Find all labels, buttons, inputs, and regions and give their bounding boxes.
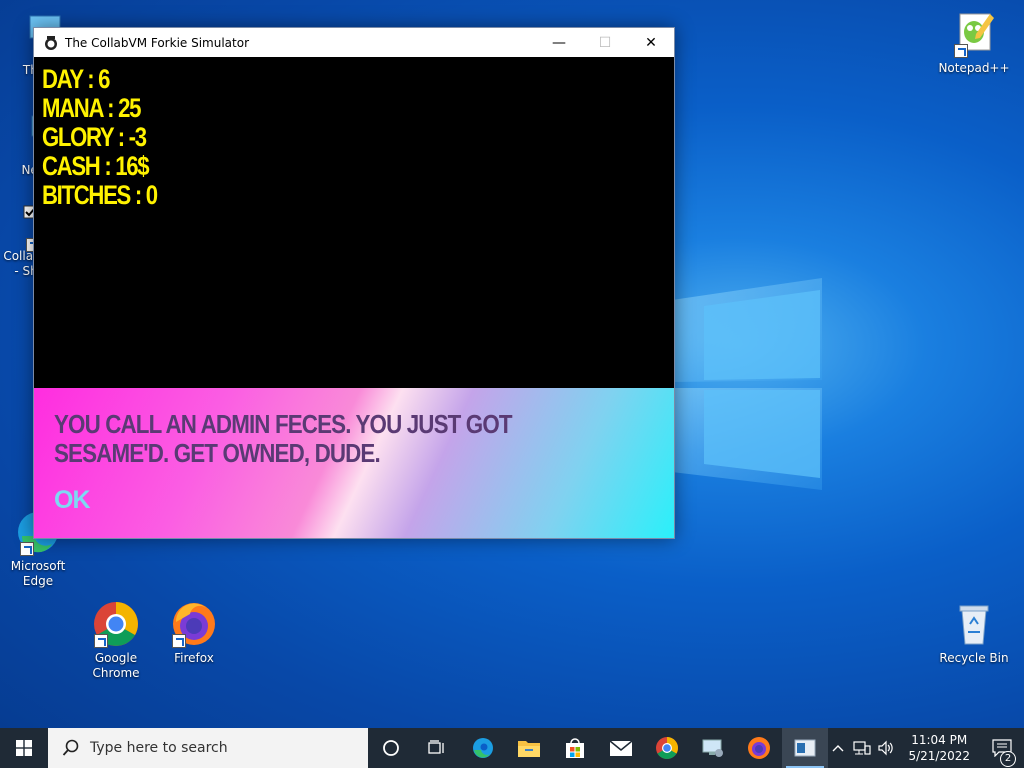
taskbar-file-explorer[interactable]	[506, 728, 552, 768]
edge-icon	[473, 738, 493, 758]
minimize-icon: —	[552, 34, 566, 51]
desktop-icon-chrome[interactable]: Google Chrome	[78, 600, 154, 681]
firefox-icon	[170, 600, 218, 648]
ok-button[interactable]: OK	[54, 486, 90, 515]
chrome-icon	[92, 600, 140, 648]
search-icon	[62, 739, 79, 756]
close-icon: ✕	[645, 34, 657, 51]
taskbar-firefox[interactable]	[736, 728, 782, 768]
shortcut-arrow-icon	[954, 44, 968, 58]
app-icon	[45, 35, 57, 50]
task-view-button[interactable]	[414, 728, 460, 768]
computer-management-icon	[702, 739, 723, 757]
start-button[interactable]	[0, 728, 48, 768]
stat-glory: GLORY : -3	[42, 122, 147, 152]
maximize-button[interactable]: ☐	[582, 28, 628, 57]
windows-start-icon	[16, 740, 32, 756]
close-button[interactable]: ✕	[628, 28, 674, 57]
taskbar-mail[interactable]	[598, 728, 644, 768]
desktop-icon-label: Firefox	[174, 651, 214, 665]
desktop-icon-label: Google Chrome	[92, 651, 140, 680]
minimize-button[interactable]: —	[536, 28, 582, 57]
stat-bitches: BITCHES : 0	[42, 180, 158, 210]
taskbar-store[interactable]	[552, 728, 598, 768]
notepadpp-icon	[950, 10, 998, 58]
clock-date: 5/21/2022	[908, 749, 970, 763]
desktop-icon-label: Recycle Bin	[939, 651, 1009, 665]
network-icon	[853, 741, 872, 755]
cortana-button[interactable]	[368, 728, 414, 768]
cortana-icon	[383, 740, 399, 756]
stat-mana: MANA : 25	[42, 93, 141, 123]
game-screen: DAY : 6 MANA : 25 GLORY : -3 CASH : 16$ …	[34, 57, 674, 388]
stat-day: DAY : 6	[42, 64, 110, 94]
taskbar-forkie-simulator[interactable]	[782, 728, 828, 768]
taskbar-edge[interactable]	[460, 728, 506, 768]
chrome-icon	[656, 737, 678, 759]
clock[interactable]: 11:04 PM 5/21/2022	[908, 732, 970, 764]
stats-panel: DAY : 6 MANA : 25 GLORY : -3 CASH : 16$ …	[42, 65, 182, 210]
firefox-icon	[748, 737, 770, 759]
app-window: The CollabVM Forkie Simulator — ☐ ✕ DAY …	[33, 27, 675, 539]
title-bar[interactable]: The CollabVM Forkie Simulator — ☐ ✕	[34, 28, 674, 57]
search-placeholder: Type here to search	[90, 740, 228, 756]
volume-button[interactable]	[874, 740, 898, 756]
shortcut-arrow-icon	[94, 634, 108, 648]
desktop-icon-label: Microsoft Edge	[10, 559, 66, 588]
shortcut-arrow-icon	[20, 542, 34, 556]
app-window-icon	[794, 739, 816, 757]
desktop-icon-label: Notepad++	[938, 61, 1010, 75]
search-box[interactable]: Type here to search	[48, 728, 368, 768]
desktop-icon-recycle-bin[interactable]: Recycle Bin	[936, 600, 1012, 666]
maximize-icon: ☐	[598, 34, 612, 51]
window-title: The CollabVM Forkie Simulator	[65, 35, 250, 50]
folder-icon	[518, 741, 540, 757]
tray-overflow-button[interactable]	[826, 744, 850, 752]
system-tray: 11:04 PM 5/21/2022 2	[826, 728, 1024, 768]
notification-count-badge: 2	[1000, 751, 1016, 767]
mail-icon	[609, 740, 633, 756]
taskbar: Type here to search 11:04 PM 5/21/2022 2	[0, 728, 1024, 768]
task-view-icon	[428, 740, 444, 754]
desktop-icon-notepadpp[interactable]: Notepad++	[936, 10, 1012, 76]
recycle-bin-icon	[950, 600, 998, 648]
taskbar-chrome[interactable]	[644, 728, 690, 768]
speaker-icon	[878, 740, 894, 756]
store-icon	[566, 738, 584, 758]
clock-time: 11:04 PM	[911, 733, 968, 747]
network-status-button[interactable]	[850, 740, 874, 756]
taskbar-system-app[interactable]	[690, 728, 736, 768]
notifications-button[interactable]: 2	[980, 739, 1024, 767]
stat-cash: CASH : 16$	[42, 151, 150, 181]
message-dialog: YOU CALL AN ADMIN FECES. YOU JUST GOT SE…	[34, 388, 674, 538]
shortcut-arrow-icon	[172, 634, 186, 648]
dialog-message: YOU CALL AN ADMIN FECES. YOU JUST GOT SE…	[54, 409, 513, 468]
chevron-up-icon	[832, 745, 844, 752]
desktop-icon-firefox[interactable]: Firefox	[156, 600, 232, 666]
